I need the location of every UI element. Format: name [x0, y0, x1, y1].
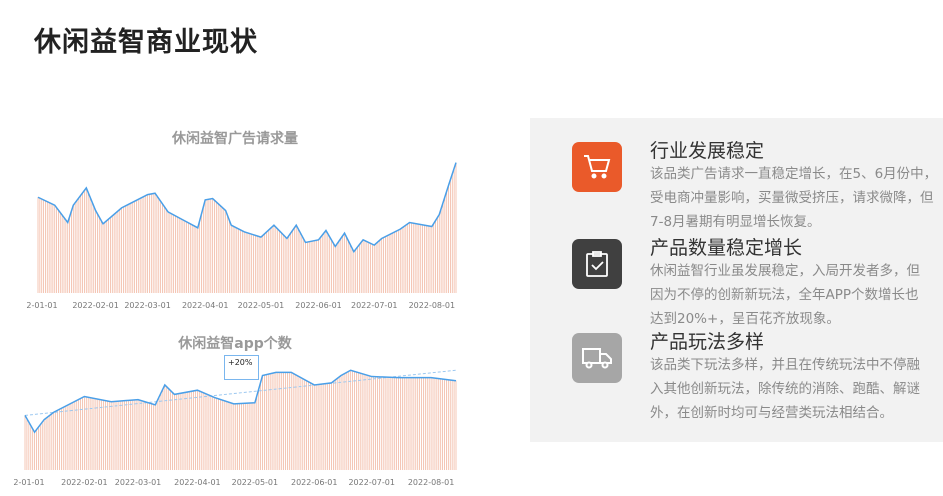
text-line: 该品类下玩法多样，并且在传统玩法中不停融	[650, 353, 943, 377]
item-text: 该品类广告请求一直稳定增长，在5、6月份中，受电商冲量影响，买量微受挤压，请求微…	[650, 162, 943, 234]
ad-requests-plot: 2-01-01 2022-02-01 2022-03-01 2022-04-01 202…	[0, 125, 470, 315]
x-tick-label: 2022-06-01	[295, 301, 342, 310]
x-tick-label: 2022-04-01	[174, 478, 221, 487]
x-tick-label: 2022-08-01	[409, 301, 456, 310]
x-tick-label: 2022-06-01	[291, 478, 338, 487]
chart-title: 休闲益智广告请求量	[0, 128, 470, 148]
x-tick-label: 2022-07-01	[348, 478, 395, 487]
x-tick-label: 2022-08-01	[408, 478, 455, 487]
item-heading: 产品玩法多样	[650, 327, 764, 354]
x-tick-label: 2022-05-01	[232, 478, 279, 487]
summary-panel: 行业发展稳定 该品类广告请求一直稳定增长，在5、6月份中，受电商冲量影响，买量微…	[530, 118, 943, 442]
chart-title: 休闲益智app个数	[0, 333, 470, 353]
text-line: 入其他创新玩法，除传统的消除、跑酷、解谜	[650, 377, 943, 401]
item-text: 休闲益智行业虽发展稳定，入局开发者多，但因为不停的创新新玩法，全年APP个数增长…	[650, 259, 943, 331]
x-tick-label: 2022-05-01	[238, 301, 285, 310]
x-tick-label: 2022-02-01	[72, 301, 119, 310]
cart-icon	[572, 142, 622, 192]
app-count-chart: 休闲益智app个数 2-01-01 2022-02-01 2022-03-01 202…	[0, 330, 470, 492]
x-tick-label: 2022-02-01	[61, 478, 108, 487]
text-line: 休闲益智行业虽发展稳定，入局开发者多，但	[650, 259, 943, 283]
item-heading: 产品数量稳定增长	[650, 233, 802, 260]
text-line: 外，在创新时均可与经营类玩法相结合。	[650, 401, 943, 425]
text-line: 因为不停的创新新玩法，全年APP个数增长也	[650, 283, 943, 307]
series-line	[38, 163, 456, 252]
x-tick-label: 2-01-01	[13, 478, 44, 487]
x-tick-label: 2-01-01	[26, 301, 57, 310]
text-line: 7-8月暑期有明显增长恢复。	[650, 210, 943, 234]
x-tick-label: 2022-03-01	[115, 478, 162, 487]
x-tick-label: 2022-07-01	[351, 301, 398, 310]
x-tick-label: 2022-04-01	[182, 301, 229, 310]
page-title: 休闲益智商业现状	[34, 20, 258, 59]
clipboard-check-icon	[572, 239, 622, 289]
text-line: 该品类广告请求一直稳定增长，在5、6月份中，	[650, 162, 943, 186]
item-text: 该品类下玩法多样，并且在传统玩法中不停融入其他创新玩法，除传统的消除、跑酷、解谜…	[650, 353, 943, 425]
growth-annotation: +20%	[224, 355, 259, 380]
item-heading: 行业发展稳定	[650, 136, 764, 163]
ad-requests-chart: 休闲益智广告请求量 2-01-01 2022-02-01 2022-03-01 202…	[0, 125, 470, 315]
text-line: 受电商冲量影响，买量微受挤压，请求微降，但	[650, 186, 943, 210]
truck-icon	[572, 333, 622, 383]
x-tick-label: 2022-03-01	[124, 301, 171, 310]
